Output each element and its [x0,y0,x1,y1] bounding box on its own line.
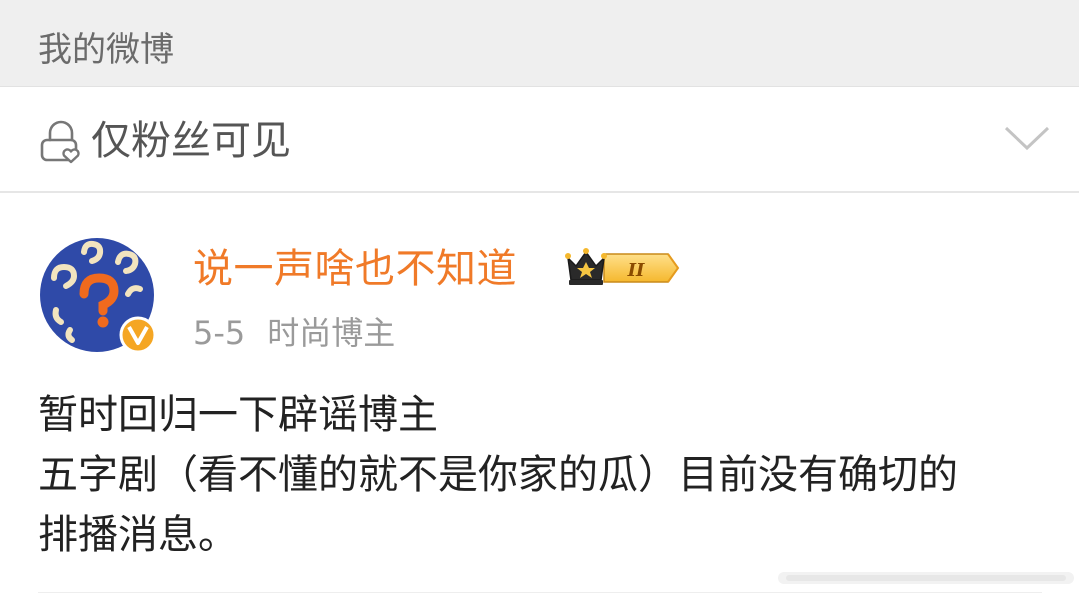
visibility-label[interactable]: 仅粉丝可见 [91,115,291,167]
top-header: 我的微博 [0,0,1079,87]
crown-badge-icon[interactable]: II [564,246,682,290]
post-source: 时尚博主 [267,314,396,352]
watermark-graphic [778,572,1074,584]
badge-level: II [627,260,645,281]
avatar[interactable] [40,238,156,354]
chevron-down-icon[interactable] [1002,122,1052,152]
divider [38,592,1042,593]
post-body: 暂时回归一下辟谣博主 五字剧（看不懂的就不是你家的瓜）目前没有确切的 排播消息。 [38,385,1068,565]
post-text-line: 暂时回归一下辟谣博主 [38,392,438,438]
page-title: 我的微博 [38,30,174,70]
post-date: 5-5 [193,314,246,352]
lock-heart-icon [40,120,80,164]
post-text-line: 五字剧（看不懂的就不是你家的瓜）目前没有确切的 [38,452,958,498]
post-meta: 5-5 时尚博主 [193,311,395,355]
author-name[interactable]: 说一声啥也不知道 [193,242,517,296]
post-text-line: 排播消息。 [38,512,238,558]
